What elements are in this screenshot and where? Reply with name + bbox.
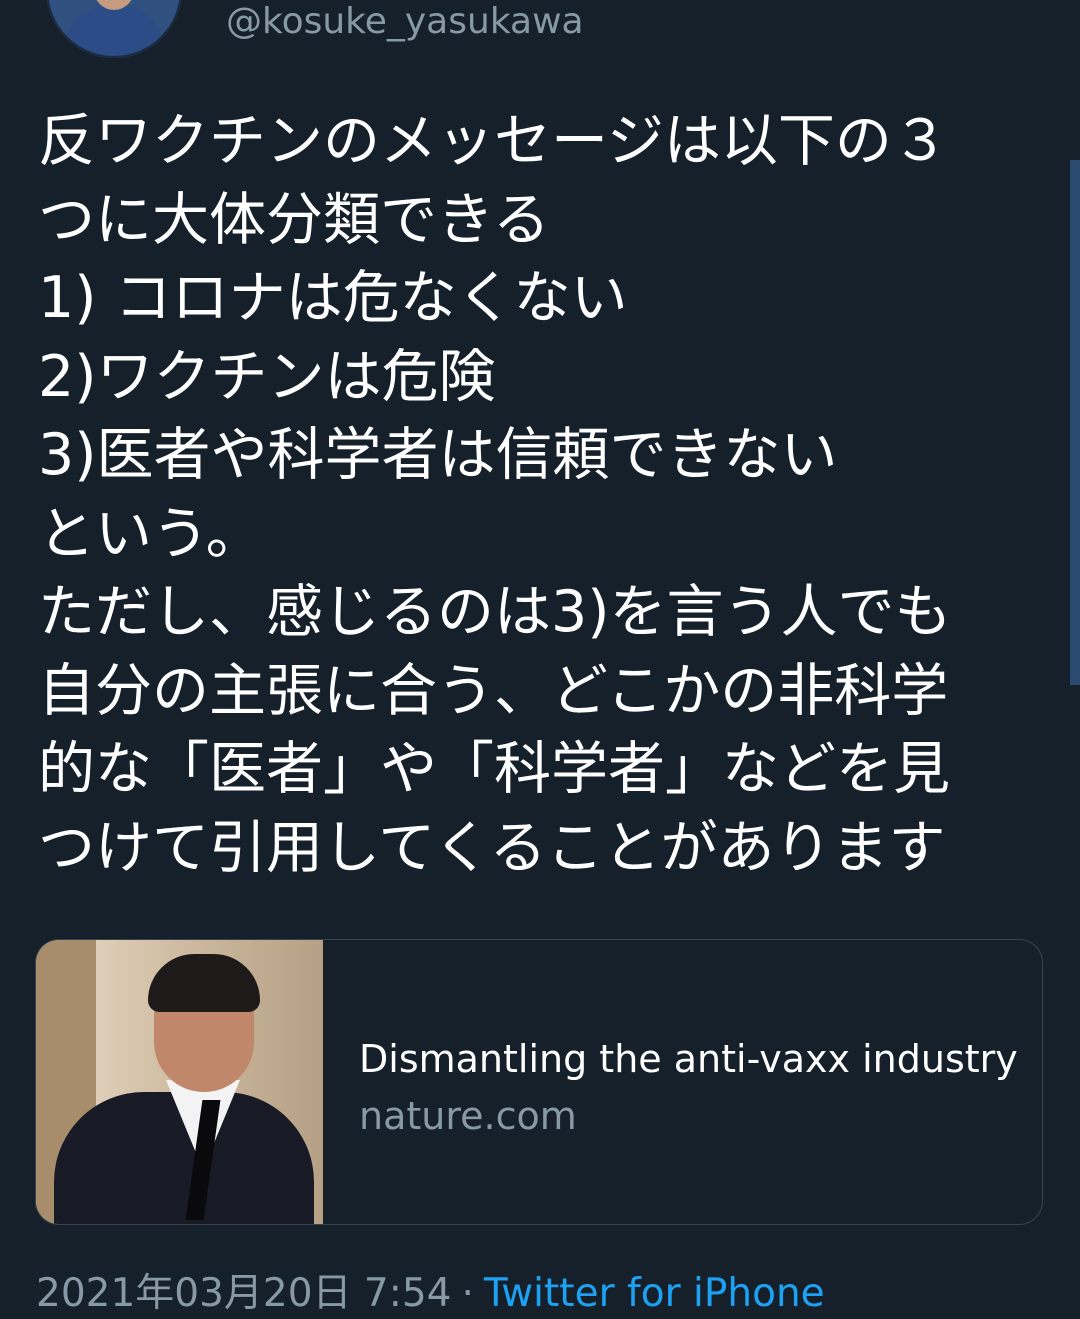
tweet-timestamp[interactable]: 2021年03月20日 7:54	[36, 1271, 451, 1316]
link-preview-title: Dismantling the anti-vaxx industry	[359, 1037, 1018, 1081]
tweet-meta: 2021年03月20日 7:54 · Twitter for iPhone	[36, 1270, 825, 1318]
tweet-text: 反ワクチンのメッセージは以下の３ つに大体分類できる 1) コロナは危なくない …	[38, 102, 1050, 887]
tweet-line: 1) コロナは危なくない	[38, 265, 628, 331]
tweet-line: ただし、感じるのは3)を言う人でも	[38, 579, 952, 645]
tweet-client-link[interactable]: Twitter for iPhone	[484, 1271, 825, 1316]
tweet-line: 反ワクチンのメッセージは以下の３	[38, 108, 949, 174]
tweet-line: つに大体分類できる	[38, 186, 550, 253]
user-handle[interactable]: @kosuke_yasukawa	[226, 0, 584, 44]
tweet-line: 2)ワクチンは危険	[38, 343, 496, 410]
tweet-line: つけて引用してくることがあります	[38, 814, 946, 881]
scrollbar[interactable]	[1070, 160, 1080, 685]
tweet-line: 3)医者や科学者は信頼できない	[38, 422, 838, 488]
link-preview-text: Dismantling the anti-vaxx industry natur…	[359, 1035, 1029, 1140]
tweet-line: という。	[38, 500, 263, 567]
avatar[interactable]	[46, 0, 182, 58]
image-hair	[148, 954, 260, 1012]
meta-separator: ·	[461, 1271, 474, 1316]
link-preview-image	[36, 940, 323, 1224]
link-preview-domain: nature.com	[359, 1094, 577, 1138]
tweet-line: 的な「医者」や「科学者」などを見	[38, 736, 950, 802]
tweet-line: 自分の主張に合う、どこかの非科学	[38, 657, 949, 724]
link-preview-card[interactable]: Dismantling the anti-vaxx industry natur…	[35, 939, 1043, 1225]
